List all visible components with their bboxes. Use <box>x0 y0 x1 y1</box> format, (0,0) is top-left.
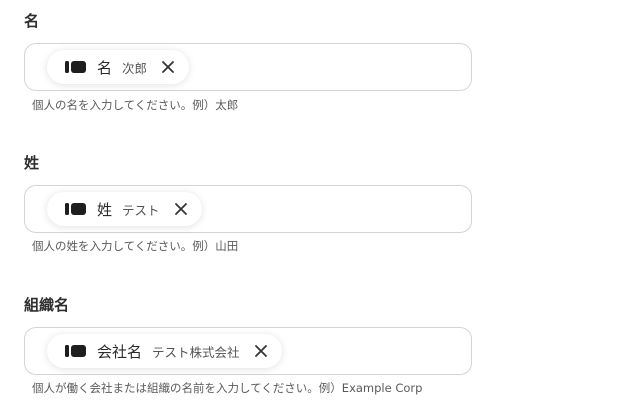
chip-field-name: 会社名 <box>97 342 143 361</box>
variable-chip[interactable]: 会社名 テスト株式会社 <box>47 334 282 368</box>
chip-field-value: テスト <box>122 202 160 218</box>
record-field-icon <box>65 344 87 358</box>
organization-input[interactable]: 会社名 テスト株式会社 <box>24 327 472 375</box>
close-icon[interactable] <box>252 342 270 360</box>
field-label-last-name: 姓 <box>24 154 40 172</box>
chip-field-value: テスト株式会社 <box>152 344 240 360</box>
field-hint: 個人が働く会社または組織の名前を入力してください。例）Example Corp <box>32 381 423 395</box>
chip-field-value: 次郎 <box>122 60 148 76</box>
field-hint: 個人の名を入力してください。例）太郎 <box>32 98 239 112</box>
chip-field-name: 姓 <box>97 200 113 219</box>
field-label-organization: 組織名 <box>24 296 70 314</box>
record-field-icon <box>65 202 87 216</box>
close-icon[interactable] <box>172 200 190 218</box>
field-hint: 個人の姓を入力してください。例）山田 <box>32 239 239 253</box>
form-section: 名 名 次郎 個人の名を入力してください。例）太郎 姓 姓 テスト 個人の姓を入… <box>0 0 635 410</box>
last-name-input[interactable]: 姓 テスト <box>24 185 472 233</box>
record-field-icon <box>65 60 87 74</box>
close-icon[interactable] <box>159 58 177 76</box>
field-label-first-name: 名 <box>24 12 40 30</box>
variable-chip[interactable]: 名 次郎 <box>47 50 190 84</box>
variable-chip[interactable]: 姓 テスト <box>47 192 202 226</box>
first-name-input[interactable]: 名 次郎 <box>24 43 472 91</box>
chip-field-name: 名 <box>97 58 113 77</box>
